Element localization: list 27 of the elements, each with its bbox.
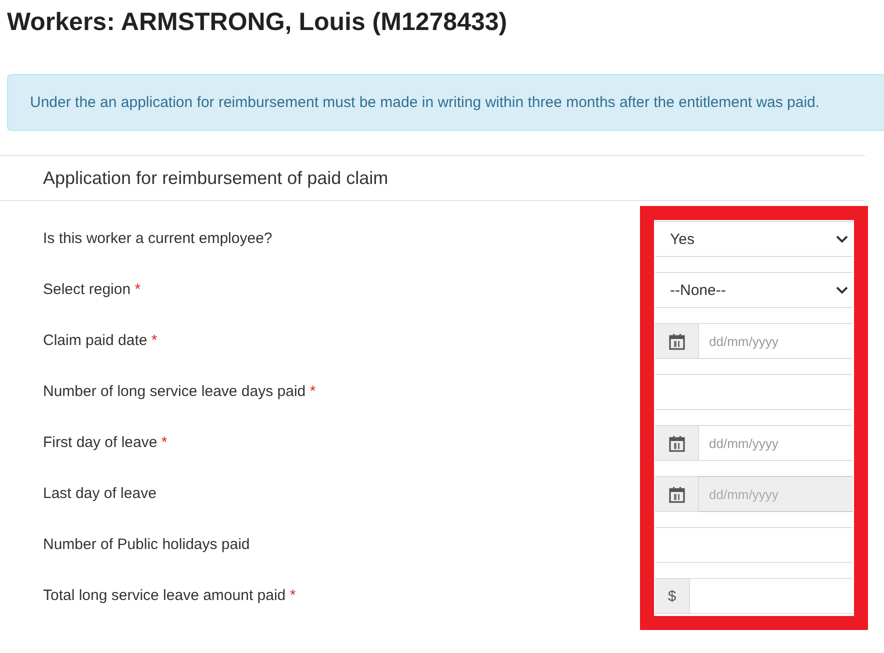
calendar-button[interactable] bbox=[655, 476, 699, 512]
field-label: Select region * bbox=[43, 281, 141, 298]
calendar-icon bbox=[668, 486, 684, 502]
currency-addon: $ bbox=[655, 578, 690, 614]
calendar-button[interactable] bbox=[655, 425, 699, 461]
calendar-icon bbox=[668, 434, 684, 452]
section-title: Application for reimbursement of paid claim bbox=[43, 168, 388, 188]
field-label: Number of long service leave days paid * bbox=[43, 383, 316, 400]
info-alert: Under the an application for reimbursement must be made in writing within three months after the entitlement was paid. bbox=[7, 74, 884, 131]
field-label: Total long service leave amount paid * bbox=[43, 587, 296, 604]
field-label: Last day of leave bbox=[43, 485, 156, 502]
calendar-icon bbox=[668, 332, 684, 350]
field-label: Is this worker a current employee? bbox=[43, 230, 272, 247]
chevron-down-icon bbox=[836, 235, 848, 243]
input-field[interactable] bbox=[655, 374, 853, 410]
field-label: Number of Public holidays paid bbox=[43, 536, 250, 553]
input-field[interactable] bbox=[655, 527, 853, 563]
select-field[interactable]: --None-- bbox=[655, 272, 853, 308]
date-field[interactable]: dd/mm/yyyy bbox=[699, 425, 853, 461]
field-label: Claim paid date * bbox=[43, 332, 158, 349]
page-title: Workers: ARMSTRONG, Louis (M1278433) bbox=[6, 7, 508, 38]
field-label: First day of leave * bbox=[43, 434, 168, 451]
calendar-button[interactable] bbox=[655, 323, 699, 359]
date-field[interactable]: dd/mm/yyyy bbox=[699, 323, 853, 359]
select-field[interactable]: Yes bbox=[655, 221, 853, 257]
amount-field[interactable] bbox=[690, 578, 853, 614]
chevron-down-icon bbox=[836, 286, 848, 294]
